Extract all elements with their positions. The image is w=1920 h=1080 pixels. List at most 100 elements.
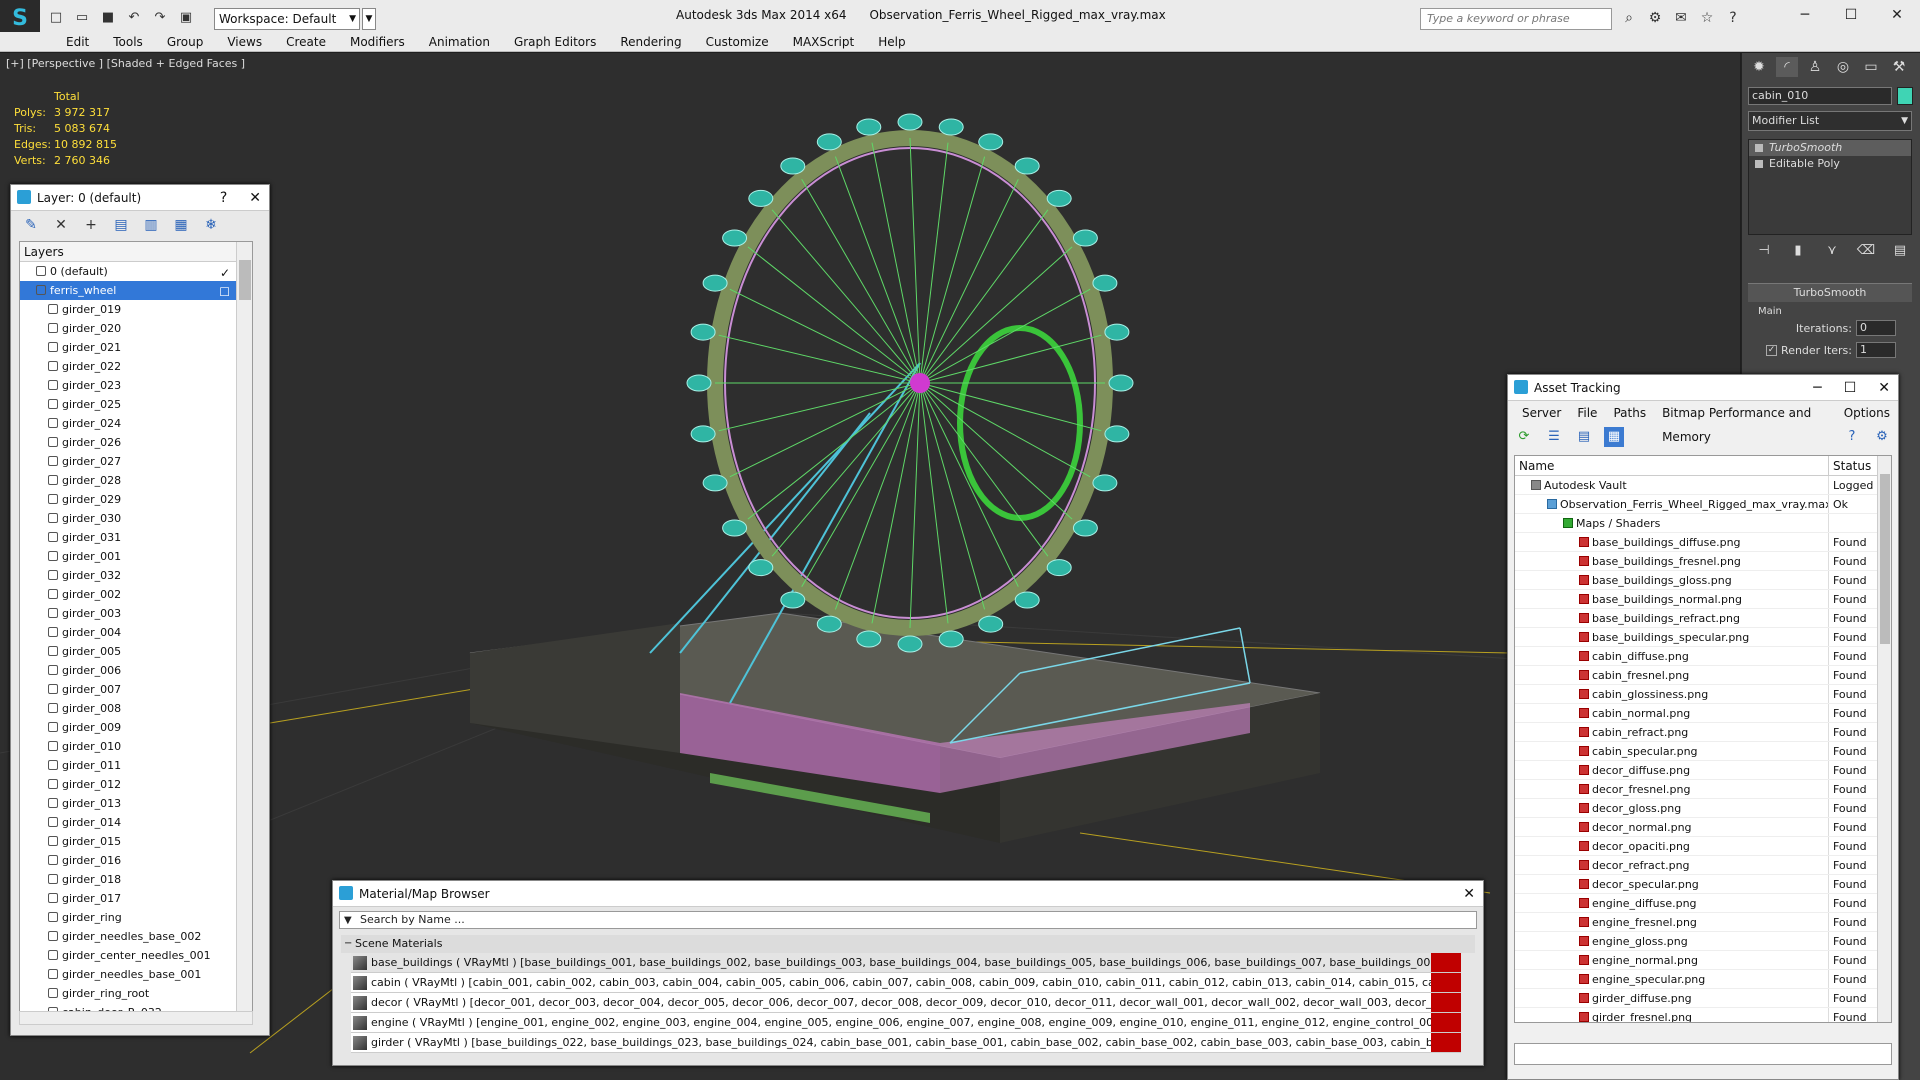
utilities-tab-icon[interactable]: ⚒ <box>1888 57 1910 77</box>
cabin[interactable] <box>978 133 1004 151</box>
scene-materials-group[interactable]: − Scene Materials <box>341 935 1475 953</box>
workspace-dropdown[interactable]: Workspace: Default ▼ <box>214 8 360 30</box>
layer-row[interactable]: girder_024 <box>20 414 252 433</box>
layer-row[interactable]: girder_022 <box>20 357 252 376</box>
layer-row[interactable]: girder_015 <box>20 832 252 851</box>
object-name-field[interactable]: cabin_010 <box>1748 87 1892 105</box>
show-end-result-icon[interactable]: ▮ <box>1788 241 1808 261</box>
cabin[interactable] <box>1092 274 1118 292</box>
close-icon[interactable]: ✕ <box>1874 0 1920 30</box>
select-objects-icon[interactable]: ▤ <box>111 215 131 235</box>
layer-row[interactable]: girder_011 <box>20 756 252 775</box>
render-iters-spinner[interactable]: 1 <box>1856 342 1896 358</box>
layer-row[interactable]: girder_019 <box>20 300 252 319</box>
filter-icon[interactable]: ▼ <box>344 913 352 929</box>
cabin[interactable] <box>1104 425 1130 443</box>
menu-server[interactable]: Server <box>1514 401 1569 425</box>
asset-row[interactable]: cabin_fresnel.png Found <box>1515 666 1891 685</box>
asset-row[interactable]: decor_normal.png Found <box>1515 818 1891 837</box>
collapse-icon[interactable]: − <box>344 935 352 953</box>
layer-row[interactable]: 0 (default) ✓ <box>20 262 252 281</box>
cabin[interactable] <box>1104 323 1130 341</box>
minimize-icon[interactable]: ─ <box>1782 0 1828 30</box>
menu-modifiers[interactable]: Modifiers <box>338 32 417 51</box>
asset-row[interactable]: Maps / Shaders <box>1515 514 1891 533</box>
layer-list[interactable]: Layers 0 (default) ✓ ferris_wheel ☐ girder_0… <box>19 241 253 1017</box>
layer-list-hscrollbar[interactable] <box>19 1011 253 1025</box>
menu-customize[interactable]: Customize <box>694 32 781 51</box>
configure-sets-icon[interactable]: ▤ <box>1890 241 1910 261</box>
modifier-editable-poly[interactable]: Editable Poly <box>1749 156 1911 172</box>
layer-row[interactable]: girder_028 <box>20 471 252 490</box>
layer-row[interactable]: girder_016 <box>20 851 252 870</box>
material-row[interactable]: decor ( VRayMtl ) [decor_001, decor_003,… <box>351 993 1461 1013</box>
menu-animation[interactable]: Animation <box>417 32 502 51</box>
layer-row[interactable]: girder_008 <box>20 699 252 718</box>
favorites-star-icon[interactable]: ☆ <box>1698 8 1716 28</box>
help-icon[interactable]: ? <box>1842 427 1862 447</box>
menu-graph-editors[interactable]: Graph Editors <box>502 32 608 51</box>
subscription-icon[interactable]: ⚙ <box>1646 8 1664 28</box>
cabin[interactable] <box>1092 474 1118 492</box>
layer-row[interactable]: girder_025 <box>20 395 252 414</box>
asset-row[interactable]: engine_fresnel.png Found <box>1515 913 1891 932</box>
layer-row[interactable]: girder_center_needles_001 <box>20 946 252 965</box>
highlight-layer-icon[interactable]: ▥ <box>141 215 161 235</box>
cabin[interactable] <box>748 559 774 577</box>
asset-table[interactable]: Name Status Autodesk Vault Logged Out Obse… <box>1514 455 1892 1023</box>
lightbulb-icon[interactable] <box>1755 144 1763 152</box>
layer-row[interactable]: girder_026 <box>20 433 252 452</box>
close-icon[interactable]: ✕ <box>1463 881 1475 907</box>
layer-row[interactable]: girder_021 <box>20 338 252 357</box>
menu-create[interactable]: Create <box>274 32 338 51</box>
asset-row[interactable]: engine_gloss.png Found <box>1515 932 1891 951</box>
column-name[interactable]: Name <box>1515 456 1829 475</box>
redo-icon[interactable]: ↷ <box>150 9 170 27</box>
help-button[interactable]: ? <box>220 185 227 211</box>
asset-row[interactable]: Observation_Ferris_Wheel_Rigged_max_vray… <box>1515 495 1891 514</box>
cabin[interactable] <box>722 229 748 247</box>
create-tab-icon[interactable]: ✹ <box>1748 57 1770 77</box>
layer-row[interactable]: girder_030 <box>20 509 252 528</box>
material-row[interactable]: girder ( VRayMtl ) [base_buildings_022, … <box>351 1033 1461 1053</box>
minimize-icon[interactable]: ─ <box>1813 375 1821 401</box>
asset-row[interactable]: decor_fresnel.png Found <box>1515 780 1891 799</box>
layer-dialog-titlebar[interactable]: Layer: 0 (default) ? ✕ <box>11 185 269 211</box>
hide-all-icon[interactable]: ▦ <box>171 215 191 235</box>
freeze-all-icon[interactable]: ❄ <box>201 215 221 235</box>
help-icon[interactable]: ? <box>1724 8 1742 28</box>
cabin[interactable] <box>748 189 774 207</box>
layer-row[interactable]: girder_013 <box>20 794 252 813</box>
cabin[interactable] <box>686 374 712 392</box>
layer-row[interactable]: girder_007 <box>20 680 252 699</box>
scrollbar-thumb[interactable] <box>1880 474 1890 644</box>
modifier-list-dropdown[interactable]: Modifier List ▼ <box>1748 111 1912 131</box>
iterations-spinner[interactable]: 0 <box>1856 320 1896 336</box>
expand-icon[interactable] <box>1755 160 1763 168</box>
table-view-icon[interactable]: ▦ <box>1604 427 1624 447</box>
layer-row[interactable]: girder_018 <box>20 870 252 889</box>
cabin[interactable] <box>856 118 882 136</box>
rollout-header[interactable]: TurboSmooth <box>1748 284 1912 302</box>
new-layer-icon[interactable]: ✎ <box>21 215 41 235</box>
delete-layer-icon[interactable]: ✕ <box>51 215 71 235</box>
asset-row[interactable]: base_buildings_gloss.png Found <box>1515 571 1891 590</box>
asset-row[interactable]: cabin_normal.png Found <box>1515 704 1891 723</box>
modifier-turbosmooth[interactable]: TurboSmooth <box>1749 140 1911 156</box>
scrollbar-thumb[interactable] <box>239 260 251 300</box>
asset-row[interactable]: cabin_glossiness.png Found <box>1515 685 1891 704</box>
asset-row[interactable]: cabin_specular.png Found <box>1515 742 1891 761</box>
layer-row[interactable]: girder_001 <box>20 547 252 566</box>
menu-edit[interactable]: Edit <box>54 32 101 51</box>
close-icon[interactable]: ✕ <box>1878 375 1890 401</box>
layer-row[interactable]: girder_020 <box>20 319 252 338</box>
asset-row[interactable]: decor_specular.png Found <box>1515 875 1891 894</box>
layer-row[interactable]: girder_009 <box>20 718 252 737</box>
modify-tab-icon[interactable]: ◜ <box>1776 57 1798 77</box>
keyword-search-input[interactable]: Type a keyword or phrase <box>1420 8 1612 30</box>
close-icon[interactable]: ✕ <box>249 185 261 211</box>
cabin[interactable] <box>897 113 923 131</box>
menu-rendering[interactable]: Rendering <box>608 32 693 51</box>
asset-row[interactable]: base_buildings_normal.png Found <box>1515 590 1891 609</box>
cabin[interactable] <box>1072 229 1098 247</box>
